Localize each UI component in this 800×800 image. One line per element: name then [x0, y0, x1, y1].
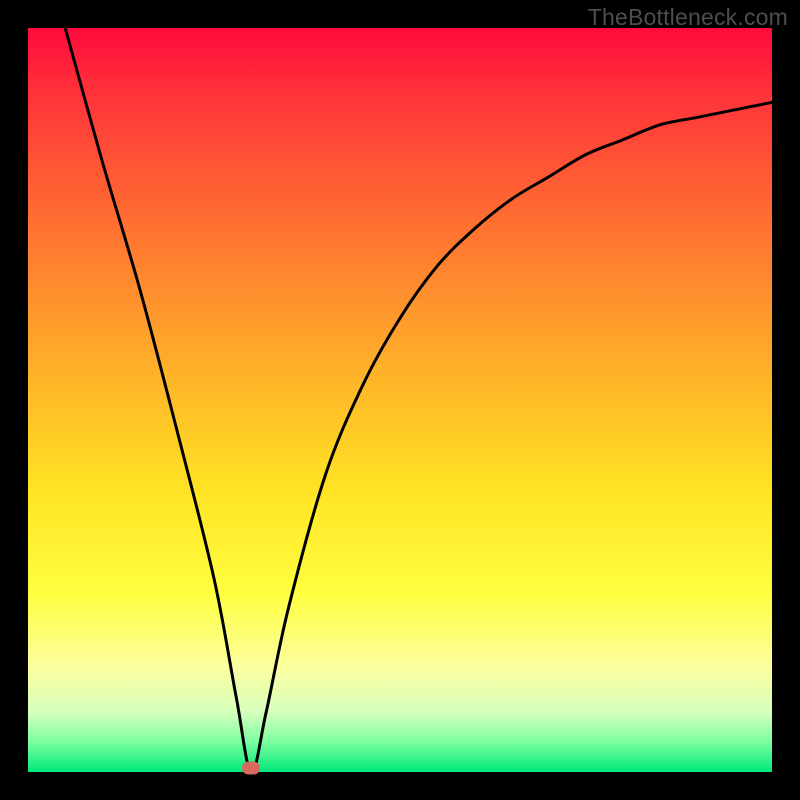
bottleneck-curve [28, 28, 772, 772]
optimum-marker [242, 762, 260, 775]
curve-path [65, 28, 772, 772]
chart-frame: TheBottleneck.com [0, 0, 800, 800]
watermark-text: TheBottleneck.com [588, 4, 788, 31]
plot-area [28, 28, 772, 772]
